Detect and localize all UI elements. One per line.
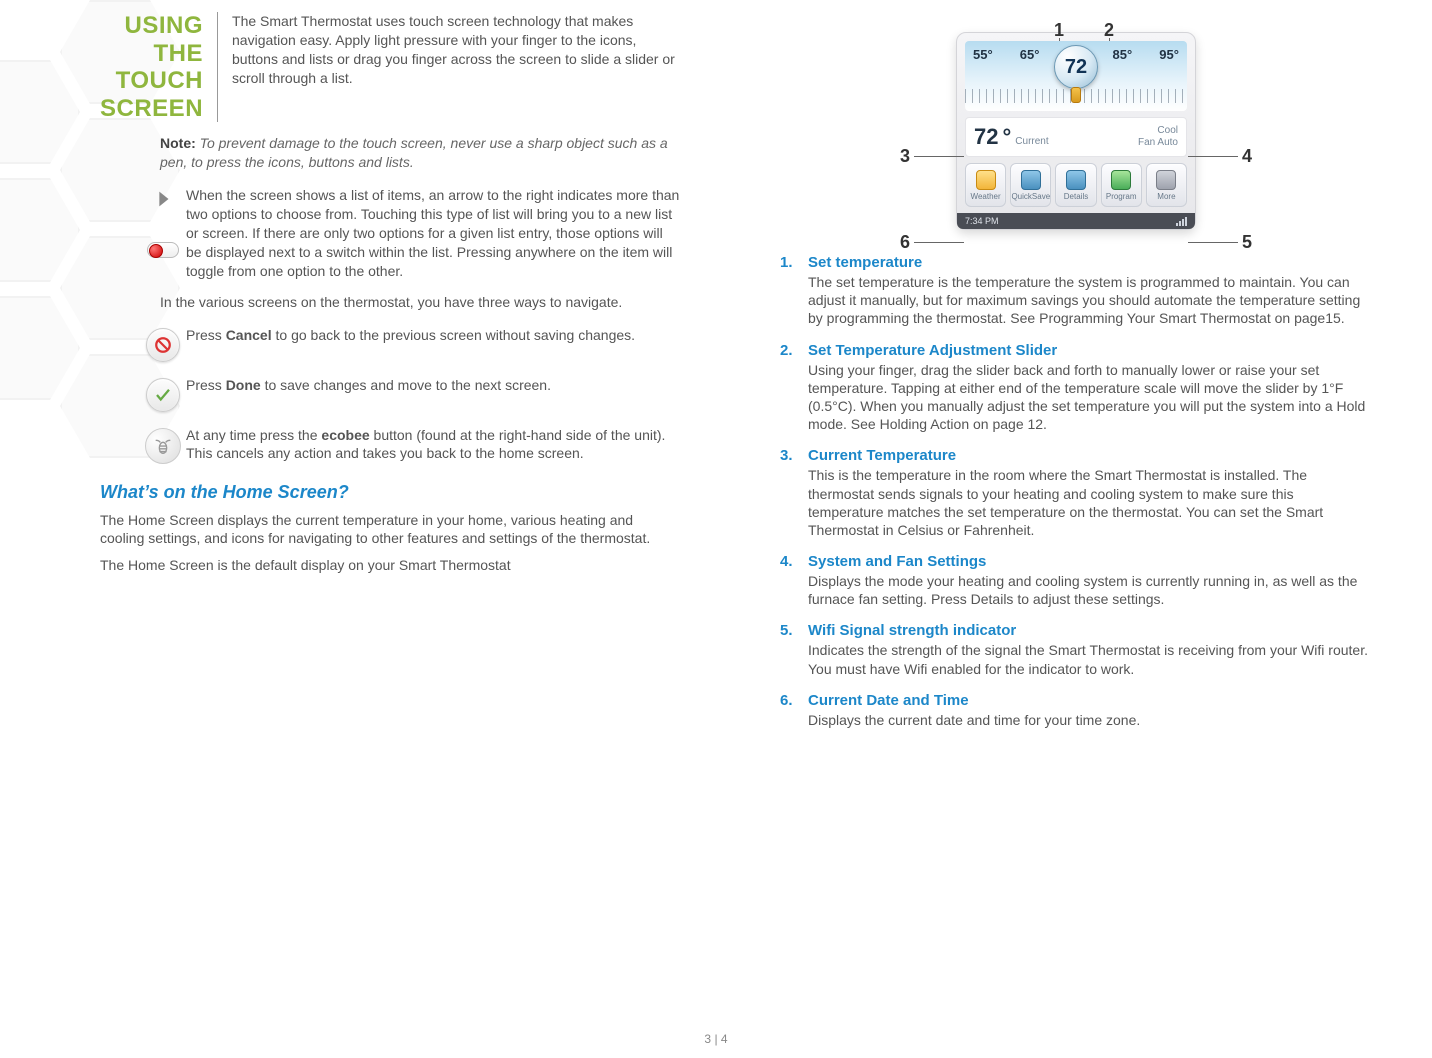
home-screen-p1: The Home Screen displays the current tem… xyxy=(100,511,680,549)
done-paragraph: Press Done to save changes and move to t… xyxy=(186,376,680,395)
page-number: 3 | 4 xyxy=(704,1032,727,1046)
list-item: 5. Wifi Signal strength indicator Indica… xyxy=(780,622,1372,677)
temperature-slider[interactable]: 55° 65° 85° 95° 72 xyxy=(965,41,1187,111)
item-body: The set temperature is the temperature t… xyxy=(808,273,1372,328)
current-time: 7:34 PM xyxy=(965,216,999,226)
note-paragraph: Note: To prevent damage to the touch scr… xyxy=(160,134,680,172)
ecobee-icon xyxy=(145,428,181,464)
cancel-paragraph: Press Cancel to go back to the previous … xyxy=(186,326,680,345)
list-item: 6. Current Date and Time Displays the cu… xyxy=(780,692,1372,729)
callout-5: 5 xyxy=(1242,232,1252,253)
scale-tick: 55° xyxy=(973,47,993,62)
list-item: 3. Current Temperature This is the tempe… xyxy=(780,447,1372,539)
section-heading: USING THE TOUCH SCREEN xyxy=(100,12,218,122)
toggle-switch-icon xyxy=(147,242,179,258)
program-button[interactable]: Program xyxy=(1101,163,1142,207)
item-body: This is the temperature in the room wher… xyxy=(808,466,1372,539)
program-icon xyxy=(1111,170,1131,190)
slider-handle[interactable] xyxy=(1071,87,1081,103)
wifi-signal-icon xyxy=(1176,217,1187,226)
three-ways-paragraph: In the various screens on the thermostat… xyxy=(160,293,680,312)
item-title: Current Date and Time xyxy=(808,692,1372,709)
item-title: System and Fan Settings xyxy=(808,553,1372,570)
thermostat-device: 55° 65° 85° 95° 72 72° Current Cool Fan xyxy=(956,32,1196,230)
callout-list: 1. Set temperature The set temperature i… xyxy=(780,254,1372,729)
list-item: 1. Set temperature The set temperature i… xyxy=(780,254,1372,328)
home-screen-p2: The Home Screen is the default display o… xyxy=(100,556,680,575)
weather-button[interactable]: Weather xyxy=(965,163,1006,207)
current-temperature: 72° Current xyxy=(974,124,1049,150)
quicksave-button[interactable]: QuickSave xyxy=(1010,163,1051,207)
item-title: Wifi Signal strength indicator xyxy=(808,622,1372,639)
section-heading-line1: USING THE xyxy=(100,12,203,67)
done-icon xyxy=(146,378,180,412)
list-navigation-paragraph: When the screen shows a list of items, a… xyxy=(186,186,680,280)
thermostat-diagram: 1 2 3 4 5 6 55° 65° 85° 95° 72 xyxy=(936,32,1216,230)
item-title: Set Temperature Adjustment Slider xyxy=(808,342,1372,359)
item-title: Set temperature xyxy=(808,254,1372,271)
item-body: Displays the mode your heating and cooli… xyxy=(808,572,1372,608)
quicksave-icon xyxy=(1021,170,1041,190)
section-heading-line2: TOUCH SCREEN xyxy=(100,67,203,122)
item-body: Using your finger, drag the slider back … xyxy=(808,361,1372,434)
more-button[interactable]: More xyxy=(1146,163,1187,207)
list-item: 4. System and Fan Settings Displays the … xyxy=(780,553,1372,608)
intro-paragraph: The Smart Thermostat uses touch screen t… xyxy=(218,12,680,88)
callout-6: 6 xyxy=(900,232,910,253)
item-body: Indicates the strength of the signal the… xyxy=(808,641,1372,677)
ecobee-paragraph: At any time press the ecobee button (fou… xyxy=(186,426,680,464)
note-label: Note: xyxy=(160,135,196,151)
scale-tick: 85° xyxy=(1113,47,1133,62)
details-button[interactable]: Details xyxy=(1055,163,1096,207)
home-screen-subheading: What’s on the Home Screen? xyxy=(100,482,680,503)
callout-4: 4 xyxy=(1242,146,1252,167)
set-temperature-bubble[interactable]: 72 xyxy=(1054,45,1098,89)
details-icon xyxy=(1066,170,1086,190)
cancel-icon xyxy=(146,328,180,362)
scale-tick: 95° xyxy=(1159,47,1179,62)
callout-3: 3 xyxy=(900,146,910,167)
weather-icon xyxy=(976,170,996,190)
item-body: Displays the current date and time for y… xyxy=(808,711,1372,729)
chevron-right-icon xyxy=(152,188,174,210)
scale-tick: 65° xyxy=(1020,47,1040,62)
item-title: Current Temperature xyxy=(808,447,1372,464)
list-item: 2. Set Temperature Adjustment Slider Usi… xyxy=(780,342,1372,434)
system-fan-settings: Cool Fan Auto xyxy=(1138,125,1178,149)
more-icon xyxy=(1156,170,1176,190)
note-text: To prevent damage to the touch screen, n… xyxy=(160,135,668,170)
